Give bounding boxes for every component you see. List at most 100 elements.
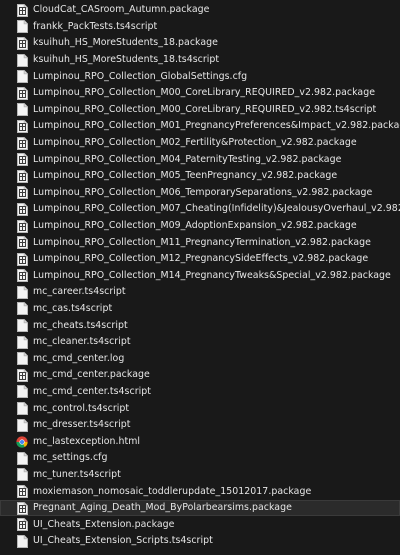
package-icon <box>16 119 28 133</box>
file-row[interactable]: mc_cmd_center.ts4script <box>0 384 400 401</box>
document-icon <box>16 385 28 399</box>
file-name: mc_tuner.ts4script <box>33 468 121 480</box>
file-row[interactable]: Lumpinou_RPO_Collection_M07_Cheating(Inf… <box>0 201 400 218</box>
file-name: Lumpinou_RPO_Collection_GlobalSettings.c… <box>33 70 248 82</box>
file-name: mc_cheats.ts4script <box>33 319 128 331</box>
file-name: Lumpinou_RPO_Collection_M05_TeenPregnanc… <box>33 170 338 182</box>
file-name: Lumpinou_RPO_Collection_M14_PregnancyTwe… <box>33 269 391 281</box>
file-row[interactable]: mc_cleaner.ts4script <box>0 334 400 351</box>
document-icon <box>16 319 28 333</box>
file-name: mc_cleaner.ts4script <box>33 336 131 348</box>
document-icon <box>16 402 28 416</box>
file-row[interactable]: moxiemason_nomosaic_toddlerupdate_150120… <box>0 483 400 500</box>
package-icon <box>16 136 28 150</box>
package-icon <box>16 501 28 515</box>
document-icon <box>16 20 28 34</box>
file-row[interactable]: ksuihuh_HS_MoreStudents_18.package <box>0 35 400 52</box>
file-row[interactable]: mc_cas.ts4script <box>0 301 400 318</box>
file-row[interactable]: mc_cmd_center.log <box>0 350 400 367</box>
file-row[interactable]: Lumpinou_RPO_Collection_M06_TemporarySep… <box>0 185 400 202</box>
file-row[interactable]: Lumpinou_RPO_Collection_M14_PregnancyTwe… <box>0 268 400 285</box>
file-name: Lumpinou_RPO_Collection_M07_Cheating(Inf… <box>33 203 400 215</box>
document-icon <box>16 53 28 67</box>
file-row[interactable]: UI_Cheats_Extension.package <box>0 516 400 533</box>
file-name: Pregnant_Aging_Death_Mod_ByPolarbearsims… <box>33 502 292 514</box>
file-row[interactable]: mc_settings.cfg <box>0 450 400 467</box>
package-icon <box>16 518 28 532</box>
file-row[interactable]: Lumpinou_RPO_Collection_M09_AdoptionExpa… <box>0 218 400 235</box>
package-icon <box>16 269 28 283</box>
file-row[interactable]: frankk_PackTests.ts4script <box>0 19 400 36</box>
file-row[interactable]: Lumpinou_RPO_Collection_M01_PregnancyPre… <box>0 118 400 135</box>
file-row[interactable]: Lumpinou_RPO_Collection_M00_CoreLibrary_… <box>0 85 400 102</box>
package-icon <box>16 186 28 200</box>
package-icon <box>16 86 28 100</box>
file-name: mc_settings.cfg <box>33 452 108 464</box>
package-icon <box>16 169 28 183</box>
chrome-icon <box>16 435 28 449</box>
file-name: Lumpinou_RPO_Collection_M06_TemporarySep… <box>33 186 373 198</box>
file-name: mc_dresser.ts4script <box>33 419 131 431</box>
file-row[interactable]: Lumpinou_RPO_Collection_M12_PregnancySid… <box>0 251 400 268</box>
file-name: Lumpinou_RPO_Collection_M00_CoreLibrary_… <box>33 103 377 115</box>
package-icon <box>16 153 28 167</box>
file-row[interactable]: Lumpinou_RPO_Collection_M11_PregnancyTer… <box>0 234 400 251</box>
package-icon <box>16 252 28 266</box>
document-icon <box>16 468 28 482</box>
package-icon <box>16 219 28 233</box>
file-name: ksuihuh_HS_MoreStudents_18.ts4script <box>33 54 220 66</box>
file-name: moxiemason_nomosaic_toddlerupdate_150120… <box>33 485 312 497</box>
document-icon <box>16 451 28 465</box>
file-row[interactable]: UI_Cheats_Extension_Scripts.ts4script <box>0 533 400 550</box>
file-row[interactable]: Pregnant_Aging_Death_Mod_ByPolarbearsims… <box>0 499 400 517</box>
file-name: Lumpinou_RPO_Collection_M11_PregnancyTer… <box>33 236 371 248</box>
file-name: mc_cmd_center.ts4script <box>33 385 151 397</box>
file-name: ksuihuh_HS_MoreStudents_18.package <box>33 37 218 49</box>
document-icon <box>16 352 28 366</box>
file-name: Lumpinou_RPO_Collection_M09_AdoptionExpa… <box>33 220 357 232</box>
document-icon <box>16 418 28 432</box>
document-icon <box>16 534 28 548</box>
file-name: mc_cmd_center.package <box>33 369 150 381</box>
file-row[interactable]: mc_cmd_center.package <box>0 367 400 384</box>
file-name: Lumpinou_RPO_Collection_M12_PregnancySid… <box>33 253 369 265</box>
package-icon <box>16 485 28 499</box>
document-icon <box>16 285 28 299</box>
document-icon <box>16 70 28 84</box>
file-row[interactable]: mc_control.ts4script <box>0 400 400 417</box>
file-name: mc_cas.ts4script <box>33 302 113 314</box>
file-row[interactable]: mc_cheats.ts4script <box>0 317 400 334</box>
file-row[interactable]: mc_tuner.ts4script <box>0 467 400 484</box>
file-name: Lumpinou_RPO_Collection_M04_PaternityTes… <box>33 153 342 165</box>
file-row[interactable]: mc_lastexception.html <box>0 433 400 450</box>
file-row[interactable]: Lumpinou_RPO_Collection_M00_CoreLibrary_… <box>0 102 400 119</box>
file-name: UI_Cheats_Extension_Scripts.ts4script <box>33 535 213 547</box>
file-row[interactable]: Lumpinou_RPO_Collection_GlobalSettings.c… <box>0 68 400 85</box>
file-name: mc_control.ts4script <box>33 402 130 414</box>
file-name: frankk_PackTests.ts4script <box>33 20 158 32</box>
file-row[interactable]: mc_career.ts4script <box>0 284 400 301</box>
document-icon <box>16 335 28 349</box>
file-row[interactable]: CloudCat_CASroom_Autumn.package <box>0 2 400 19</box>
package-icon <box>16 368 28 382</box>
file-name: Lumpinou_RPO_Collection_M00_CoreLibrary_… <box>33 87 376 99</box>
file-name: UI_Cheats_Extension.package <box>33 518 175 530</box>
file-row[interactable]: ksuihuh_HS_MoreStudents_18.ts4script <box>0 52 400 69</box>
file-name: Lumpinou_RPO_Collection_M01_PregnancyPre… <box>33 120 400 132</box>
package-icon <box>16 202 28 216</box>
package-icon <box>16 236 28 250</box>
file-list: CloudCat_CASroom_Autumn.package frankk_Pa… <box>0 0 400 555</box>
file-name: Lumpinou_RPO_Collection_M02_Fertility&Pr… <box>33 137 357 149</box>
file-name: mc_lastexception.html <box>33 435 141 447</box>
file-row[interactable]: Lumpinou_RPO_Collection_M02_Fertility&Pr… <box>0 135 400 152</box>
file-row[interactable]: Lumpinou_RPO_Collection_M05_TeenPregnanc… <box>0 168 400 185</box>
document-icon <box>16 103 28 117</box>
file-row[interactable]: mc_dresser.ts4script <box>0 417 400 434</box>
file-row[interactable]: Lumpinou_RPO_Collection_M04_PaternityTes… <box>0 151 400 168</box>
package-icon <box>16 36 28 50</box>
file-name: mc_career.ts4script <box>33 286 126 298</box>
document-icon <box>16 302 28 316</box>
package-icon <box>16 3 28 17</box>
file-name: CloudCat_CASroom_Autumn.package <box>33 4 210 16</box>
file-name: mc_cmd_center.log <box>33 352 125 364</box>
